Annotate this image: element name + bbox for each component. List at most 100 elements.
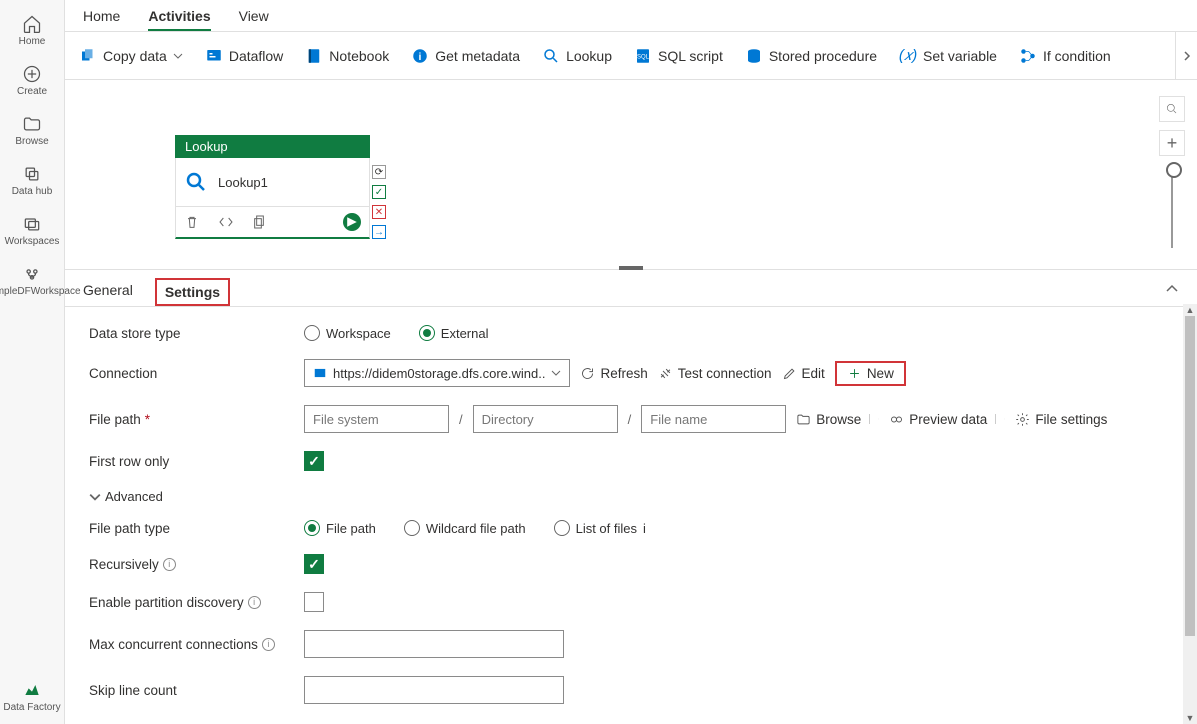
connector-completion[interactable]: → <box>372 225 386 239</box>
ribbon-scroll-right[interactable] <box>1175 32 1197 79</box>
run-icon[interactable] <box>343 213 361 231</box>
ribbon-label: If condition <box>1043 48 1111 64</box>
file-name-input[interactable] <box>641 405 786 433</box>
ribbon-label: Stored procedure <box>769 48 877 64</box>
detail-tab-general[interactable]: General <box>83 282 133 306</box>
label-recursively: Recursively i <box>89 557 304 572</box>
ribbon-label: Copy data <box>103 48 167 64</box>
file-settings-button[interactable]: File settings <box>1015 412 1107 427</box>
search-icon <box>184 170 208 194</box>
ribbon-label: SQL script <box>658 48 723 64</box>
sidebar-item-home[interactable]: Home <box>2 8 62 58</box>
dataflow-icon <box>205 47 223 65</box>
test-connection-button[interactable]: Test connection <box>658 366 772 381</box>
ribbon-set-variable[interactable]: (𝑥) Set variable <box>899 47 997 65</box>
tab-activities[interactable]: Activities <box>148 8 210 31</box>
advanced-expander[interactable]: Advanced <box>89 489 163 504</box>
delete-icon[interactable] <box>184 214 200 230</box>
info-icon[interactable]: i <box>163 558 176 571</box>
info-icon[interactable]: i <box>248 596 261 609</box>
vertical-scrollbar[interactable]: ▲ ▼ <box>1183 304 1197 724</box>
ribbon-label: Notebook <box>329 48 389 64</box>
edit-button[interactable]: Edit <box>782 366 825 381</box>
zoom-in-button[interactable]: + <box>1159 130 1185 156</box>
radio-wildcard[interactable]: Wildcard file path <box>404 520 526 536</box>
workspaces-icon <box>22 214 42 234</box>
activity-toolbar <box>175 207 370 239</box>
info-icon[interactable]: i <box>262 638 275 651</box>
max-concurrent-input[interactable] <box>304 630 564 658</box>
datafactory-icon <box>22 680 42 700</box>
radio-file-path[interactable]: File path <box>304 520 376 536</box>
ribbon-sql-script[interactable]: SQL SQL script <box>634 47 723 65</box>
refresh-button[interactable]: Refresh <box>580 366 647 381</box>
tab-view[interactable]: View <box>239 8 269 31</box>
info-icon[interactable]: i <box>643 521 646 536</box>
ribbon-if-condition[interactable]: If condition <box>1019 47 1111 65</box>
zoom-slider[interactable] <box>1171 168 1173 248</box>
activity-connectors: ⟳ ✓ ✕ → <box>372 165 386 239</box>
code-icon[interactable] <box>218 214 234 230</box>
partition-discovery-checkbox[interactable] <box>304 592 324 612</box>
folder-icon <box>22 114 42 134</box>
ribbon-label: Get metadata <box>435 48 520 64</box>
sidebar-item-datafactory[interactable]: Data Factory <box>2 674 62 724</box>
info-icon: i <box>411 47 429 65</box>
svg-text:SQL: SQL <box>637 54 650 60</box>
ribbon-dataflow[interactable]: Dataflow <box>205 47 283 65</box>
storage-icon <box>313 366 327 380</box>
ribbon-stored-procedure[interactable]: Stored procedure <box>745 47 877 65</box>
sidebar-label: Workspaces <box>5 236 60 248</box>
sidebar-item-workspace-instance[interactable]: SampleDFWorkspace <box>2 258 62 308</box>
collapse-panel-button[interactable] <box>1165 282 1179 299</box>
chevron-down-icon <box>89 491 101 503</box>
branch-icon <box>1019 47 1037 65</box>
plus-circle-icon <box>22 64 42 84</box>
sidebar-item-datahub[interactable]: Data hub <box>2 158 62 208</box>
ribbon-lookup[interactable]: Lookup <box>542 47 612 65</box>
scrollbar-thumb[interactable] <box>1185 316 1195 636</box>
connector-success[interactable]: ✓ <box>372 185 386 199</box>
ribbon-notebook[interactable]: Notebook <box>305 47 389 65</box>
browse-button[interactable]: Browse <box>796 412 861 427</box>
radio-workspace[interactable]: Workspace <box>304 325 391 341</box>
label-partition-discovery: Enable partition discovery i <box>89 595 304 610</box>
recursively-checkbox[interactable] <box>304 554 324 574</box>
ribbon-get-metadata[interactable]: i Get metadata <box>411 47 520 65</box>
sidebar-item-browse[interactable]: Browse <box>2 108 62 158</box>
pipeline-canvas[interactable]: Lookup Lookup1 ⟳ ✓ ✕ → + <box>65 80 1197 270</box>
activity-name-label: Lookup1 <box>218 175 268 190</box>
connection-select[interactable]: https://didem0storage.dfs.core.wind.. <box>304 359 570 387</box>
file-system-input[interactable] <box>304 405 449 433</box>
svg-text:i: i <box>419 50 422 62</box>
activity-type-label: Lookup <box>175 135 370 158</box>
radio-external[interactable]: External <box>419 325 489 341</box>
ribbon-copy-data[interactable]: Copy data <box>79 47 183 65</box>
chevron-down-icon[interactable] <box>995 414 1005 424</box>
label-data-store-type: Data store type <box>89 326 304 341</box>
sidebar-item-workspaces[interactable]: Workspaces <box>2 208 62 258</box>
sidebar-label: Data Factory <box>3 702 60 714</box>
sidebar-item-create[interactable]: Create <box>2 58 62 108</box>
tab-home[interactable]: Home <box>83 8 120 31</box>
preview-data-button[interactable]: Preview data <box>889 412 987 427</box>
new-button[interactable]: New <box>835 361 906 386</box>
notebook-icon <box>305 47 323 65</box>
scroll-down-icon[interactable]: ▼ <box>1183 712 1197 724</box>
activities-ribbon: Copy data Dataflow Notebook i Get metada… <box>65 32 1197 80</box>
chevron-down-icon[interactable] <box>869 414 879 424</box>
chevron-down-icon <box>551 368 561 378</box>
chevron-right-icon <box>1182 51 1192 61</box>
zoom-fit-button[interactable] <box>1159 96 1185 122</box>
activity-card-lookup[interactable]: Lookup Lookup1 ⟳ ✓ ✕ → <box>175 135 370 239</box>
detail-tab-settings[interactable]: Settings <box>155 278 230 306</box>
skip-line-count-input[interactable] <box>304 676 564 704</box>
scroll-up-icon[interactable]: ▲ <box>1183 304 1197 316</box>
connector-failure[interactable]: ✕ <box>372 205 386 219</box>
copy-icon[interactable] <box>252 214 268 230</box>
directory-input[interactable] <box>473 405 618 433</box>
data-hub-icon <box>22 164 42 184</box>
connector-generic[interactable]: ⟳ <box>372 165 386 179</box>
first-row-only-checkbox[interactable] <box>304 451 324 471</box>
radio-list-files[interactable]: List of files i <box>554 520 646 536</box>
